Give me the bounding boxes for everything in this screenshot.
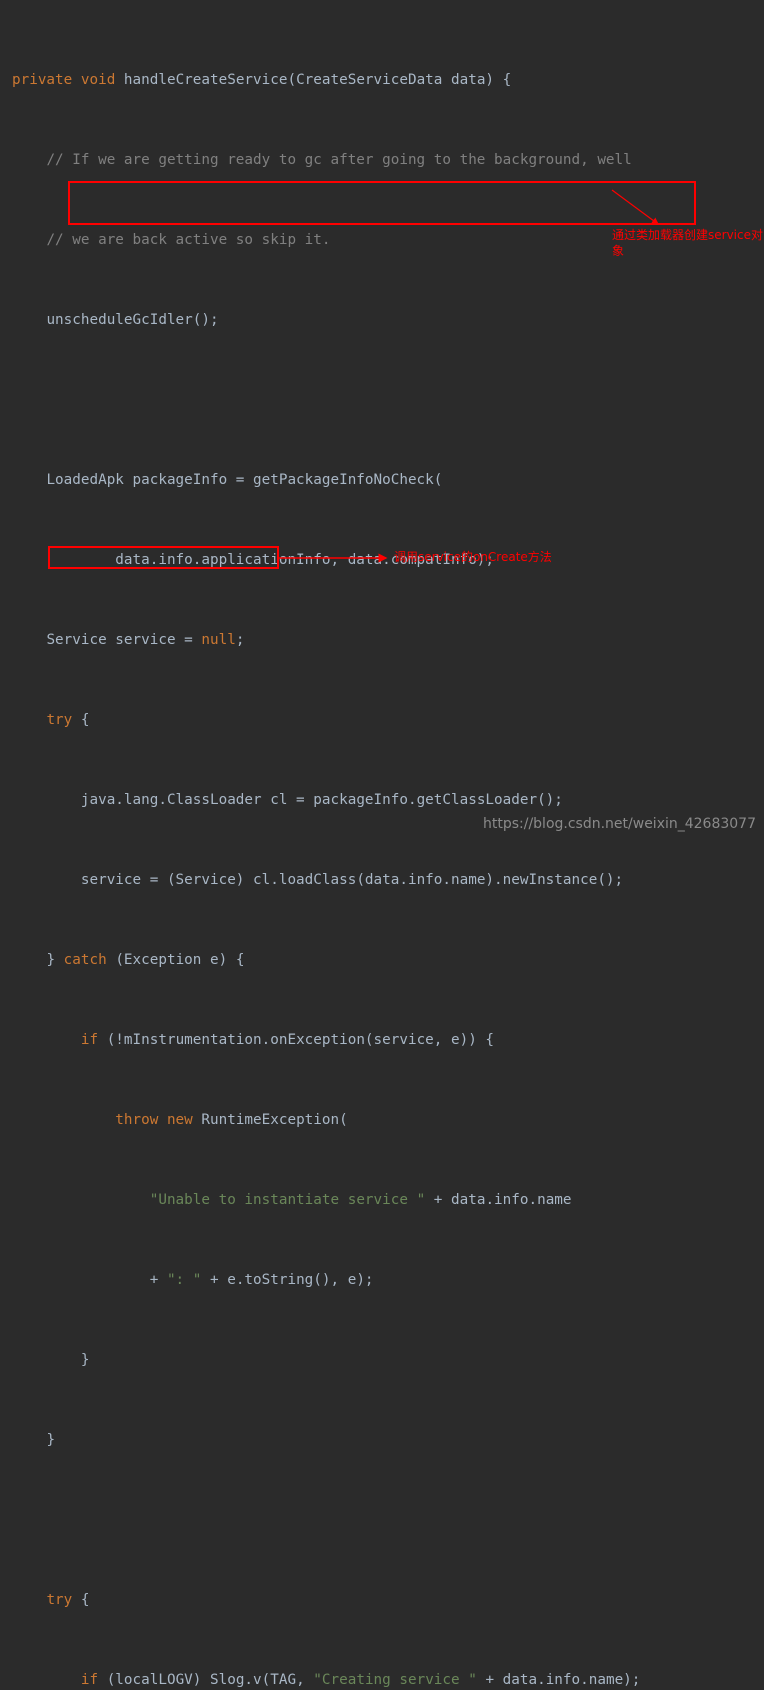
code-line: try {	[46, 712, 90, 728]
code-line: private void handleCreateService(CreateS…	[12, 72, 512, 88]
code-line: try {	[46, 1592, 90, 1608]
code-editor-surface[interactable]: private void handleCreateService(CreateS…	[0, 0, 764, 1688]
code-content[interactable]: private void handleCreateService(CreateS…	[0, 10, 764, 1690]
code-line-classloader: java.lang.ClassLoader cl = packageInfo.g…	[80, 792, 563, 808]
code-line: }	[80, 1352, 90, 1368]
code-line: + ": " + e.toString(), e);	[149, 1272, 374, 1288]
code-line: if (localLOGV) Slog.v(TAG, "Creating ser…	[80, 1672, 641, 1688]
code-line: // we are back active so skip it.	[46, 232, 331, 248]
code-line: data.info.applicationInfo, data.compatIn…	[115, 552, 495, 568]
code-line: }	[46, 1432, 56, 1448]
code-line-newinstance: service = (Service) cl.loadClass(data.in…	[80, 872, 624, 888]
code-line: throw new RuntimeException(	[115, 1112, 348, 1128]
code-line: if (!mInstrumentation.onException(servic…	[80, 1032, 495, 1048]
code-line: "Unable to instantiate service " + data.…	[149, 1192, 572, 1208]
code-line: Service service = null;	[46, 632, 245, 648]
code-line: // If we are getting ready to gc after g…	[46, 152, 632, 168]
code-line: LoadedApk packageInfo = getPackageInfoNo…	[46, 472, 443, 488]
watermark-url: https://blog.csdn.net/weixin_42683077	[482, 816, 756, 832]
code-line: } catch (Exception e) {	[46, 952, 245, 968]
code-line: unscheduleGcIdler();	[46, 312, 219, 328]
